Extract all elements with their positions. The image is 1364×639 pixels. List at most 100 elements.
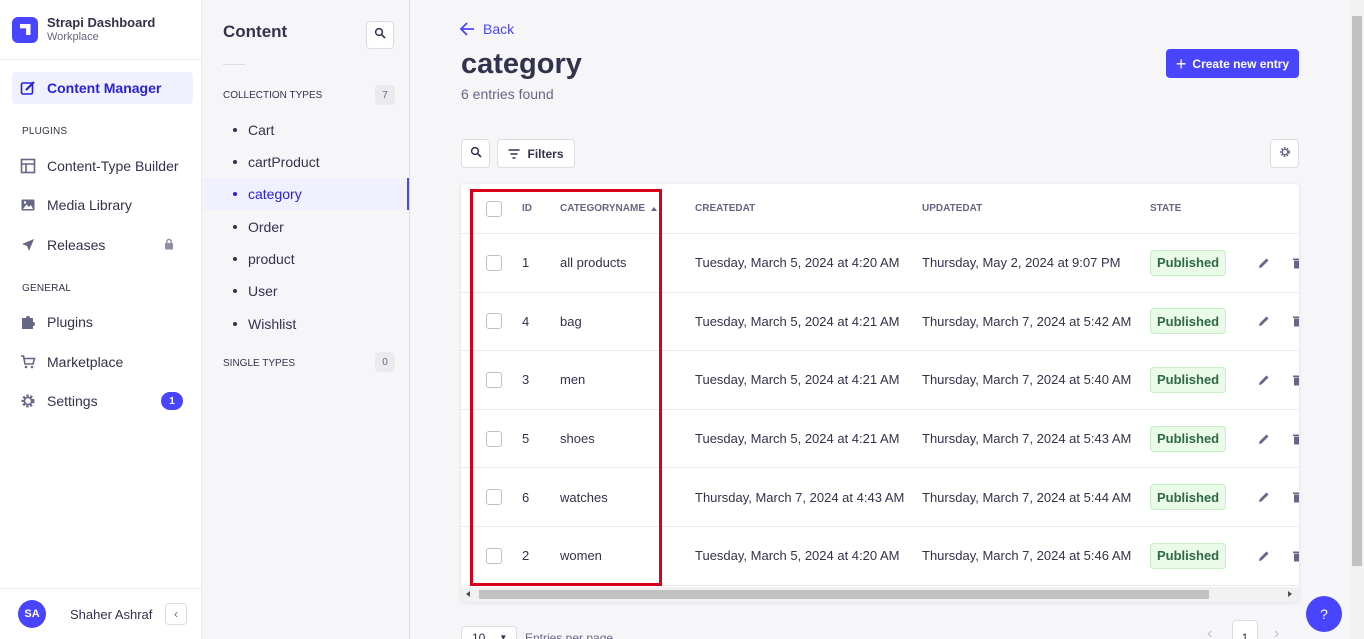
main-content: Back category 6 entries found + Create n… (410, 0, 1350, 639)
nav-marketplace[interactable]: Marketplace (12, 346, 193, 378)
nav-plugins[interactable]: Plugins (12, 306, 193, 338)
page-size-select[interactable]: 10 ▼ (461, 626, 517, 639)
cell-updatedat: Thursday, March 7, 2024 at 5:44 AM (922, 489, 1132, 505)
cell-categoryname: all products (560, 255, 627, 271)
brand-subtitle: Workplace (47, 31, 99, 43)
page-title: category (461, 48, 582, 80)
column-header-id[interactable]: ID (522, 184, 532, 233)
nav-content-manager[interactable]: Content Manager (12, 72, 193, 104)
help-button[interactable]: ? (1306, 596, 1342, 632)
scroll-left-icon[interactable] (466, 591, 470, 597)
delete-entry-button[interactable] (1292, 468, 1299, 526)
column-header-categoryname-label: CATEGORYNAME (560, 203, 645, 214)
nav-section-plugins: PLUGINS (22, 126, 68, 137)
cell-createdat: Tuesday, March 5, 2024 at 4:20 AM (695, 255, 900, 271)
next-page-button[interactable]: › (1274, 625, 1279, 639)
delete-entry-button[interactable] (1292, 410, 1299, 468)
avatar[interactable]: SA (18, 600, 46, 628)
filters-button[interactable]: Filters (497, 139, 575, 168)
nav-media-library[interactable]: Media Library (12, 189, 193, 221)
collection-type-item[interactable]: Wishlist (202, 308, 409, 340)
cell-categoryname: men (560, 372, 586, 388)
horizontal-scrollbar[interactable] (461, 587, 1299, 602)
delete-entry-button[interactable] (1292, 351, 1299, 409)
subnav-title: Content (223, 22, 288, 41)
nav-releases[interactable]: Releases (12, 229, 193, 261)
create-new-entry-button[interactable]: + Create new entry (1166, 49, 1299, 78)
edit-entry-button[interactable] (1258, 351, 1270, 409)
cell-updatedat: Thursday, March 7, 2024 at 5:42 AM (922, 313, 1132, 329)
single-types-heading[interactable]: SINGLE TYPES (223, 358, 295, 369)
nav-content-type-builder-label: Content-Type Builder (47, 158, 179, 174)
nav-settings[interactable]: Settings 1 (12, 385, 193, 417)
status-badge: Published (1150, 484, 1227, 511)
row-checkbox[interactable] (486, 313, 502, 330)
filter-icon (508, 148, 520, 159)
row-checkbox[interactable] (486, 489, 502, 506)
cell-state: Published (1150, 234, 1227, 292)
collection-type-item[interactable]: cartProduct (202, 146, 409, 178)
table-row[interactable]: 1 all products Tuesday, March 5, 2024 at 4… (461, 234, 1299, 293)
cell-id: 2 (522, 548, 530, 564)
collection-type-label: category (248, 186, 302, 202)
sort-ascending-icon (651, 206, 657, 211)
cell-state: Published (1150, 293, 1227, 351)
delete-entry-button[interactable] (1292, 527, 1299, 585)
page-1-button[interactable]: 1 (1232, 620, 1258, 639)
previous-page-button[interactable]: ‹ (1207, 625, 1212, 639)
column-header-state[interactable]: STATE (1150, 184, 1181, 233)
search-button[interactable] (461, 139, 490, 168)
back-link[interactable]: Back (460, 21, 514, 37)
trash-icon (1293, 375, 1299, 386)
gear-icon (1279, 145, 1291, 163)
brand-title: Strapi Dashboard (47, 15, 156, 30)
filters-label: Filters (527, 146, 564, 161)
delete-entry-button[interactable] (1292, 293, 1299, 351)
collection-type-item[interactable]: Cart (202, 114, 409, 146)
row-checkbox[interactable] (486, 547, 502, 564)
table-row[interactable]: 5 shoes Tuesday, March 5, 2024 at 4:21 AM T… (461, 410, 1299, 469)
collection-type-label: Wishlist (248, 316, 297, 332)
collection-type-item[interactable]: product (202, 243, 409, 275)
edit-entry-button[interactable] (1258, 293, 1270, 351)
column-header-categoryname[interactable]: CATEGORYNAME (560, 184, 657, 233)
edit-entry-button[interactable] (1258, 468, 1270, 526)
table-row[interactable]: 2 women Tuesday, March 5, 2024 at 4:20 AM T… (461, 527, 1299, 586)
horizontal-scroll-thumb[interactable] (479, 590, 1209, 599)
collection-type-item[interactable]: Order (202, 211, 409, 243)
vertical-scroll-thumb[interactable] (1352, 16, 1362, 566)
status-badge: Published (1150, 308, 1227, 335)
column-header-createdat[interactable]: CREATEDAT (695, 184, 755, 233)
subnav-search-button[interactable] (366, 21, 394, 49)
cell-updatedat: Thursday, March 7, 2024 at 5:43 AM (922, 431, 1132, 447)
collection-types-heading[interactable]: COLLECTION TYPES (223, 90, 322, 101)
cell-updatedat: Thursday, March 7, 2024 at 5:40 AM (922, 372, 1132, 388)
row-checkbox[interactable] (486, 254, 502, 271)
list-settings-button[interactable] (1270, 139, 1299, 168)
edit-entry-button[interactable] (1258, 410, 1270, 468)
nav-content-type-builder[interactable]: Content-Type Builder (12, 150, 193, 182)
table-row[interactable]: 4 bag Tuesday, March 5, 2024 at 4:21 AM Thu… (461, 293, 1299, 352)
chevron-left-icon: ‹ (174, 607, 178, 621)
nav-marketplace-label: Marketplace (47, 354, 124, 370)
column-header-updatedat[interactable]: UPDATEDAT (922, 184, 982, 233)
delete-entry-button[interactable] (1292, 234, 1299, 292)
cell-id: 5 (522, 431, 530, 447)
edit-entry-button[interactable] (1258, 527, 1270, 585)
scroll-right-icon[interactable] (1288, 591, 1292, 597)
row-checkbox[interactable] (486, 371, 502, 388)
collection-type-item[interactable]: category (202, 178, 409, 210)
table-row[interactable]: 6 watches Thursday, March 7, 2024 at 4:43 … (461, 468, 1299, 527)
row-checkbox-cell (486, 468, 502, 526)
status-badge: Published (1150, 425, 1227, 452)
vertical-scrollbar[interactable] (1350, 0, 1364, 639)
collection-type-item[interactable]: User (202, 275, 409, 307)
user-name: Shaher Ashraf (70, 606, 153, 622)
collapse-nav-button[interactable]: ‹ (165, 603, 187, 625)
table-row[interactable]: 3 men Tuesday, March 5, 2024 at 4:21 AM Thu… (461, 351, 1299, 410)
cell-createdat: Tuesday, March 5, 2024 at 4:21 AM (695, 313, 900, 329)
edit-entry-button[interactable] (1258, 234, 1270, 292)
cell-createdat: Thursday, March 7, 2024 at 4:43 AM (695, 489, 905, 505)
row-checkbox[interactable] (486, 430, 502, 447)
select-all-checkbox[interactable] (486, 200, 502, 217)
